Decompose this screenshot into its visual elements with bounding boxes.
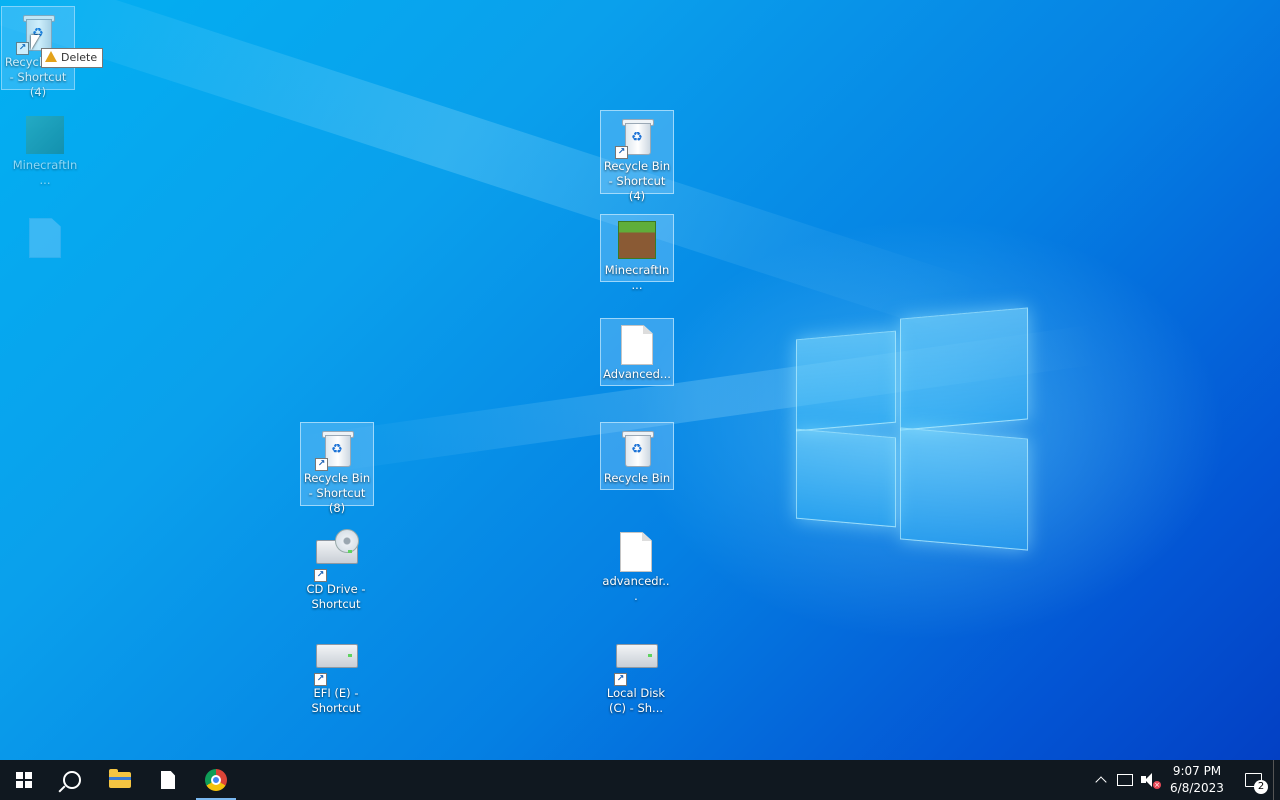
light-beam: [0, 0, 983, 339]
volume-muted-icon: ×: [1141, 773, 1161, 789]
cd-drive-icon: ↗: [314, 529, 359, 582]
desktop-icon-local-disk-c-shortcut[interactable]: ↗ Local Disk (C) - Sh...: [600, 630, 672, 719]
desktop-icon-advanced-file[interactable]: Advanced...: [600, 318, 674, 386]
folder-icon: [109, 769, 131, 788]
taskbar: × 9:07 PM 6/8/2023 2: [0, 760, 1280, 800]
minecraft-icon: [617, 221, 657, 261]
desktop-icon-file-ghost[interactable]: [9, 212, 81, 260]
desktop-icon-recycle-bin[interactable]: ♻ Recycle Bin: [600, 422, 674, 490]
minecraft-icon: [25, 116, 65, 156]
chrome-button[interactable]: [192, 760, 240, 800]
search-icon: [63, 771, 81, 789]
shortcut-arrow-icon: ↗: [315, 458, 328, 471]
text-file-icon: [616, 532, 656, 572]
desktop-icon-minecraft[interactable]: MinecraftIn...: [600, 214, 674, 292]
network-icon: [1117, 774, 1133, 786]
windows-icon: [16, 772, 32, 788]
desktop-icon-cd-drive-shortcut[interactable]: ↗ CD Drive - Shortcut: [300, 526, 372, 615]
mouse-cursor-icon: [31, 35, 40, 50]
desktop-icon-minecraft-ghost[interactable]: MinecraftIn...: [9, 110, 81, 191]
chevron-up-icon: [1095, 776, 1107, 788]
recycle-bin-icon: ♻ ↗: [615, 117, 657, 159]
shortcut-arrow-icon: ↗: [314, 569, 327, 582]
system-tray: × 9:07 PM 6/8/2023 2: [1089, 760, 1280, 800]
search-button[interactable]: [48, 760, 96, 800]
file-icon: [25, 218, 65, 258]
clock-time: 9:07 PM: [1172, 764, 1222, 778]
desktop-icon-recycle-bin-shortcut-4[interactable]: ♻ ↗ Recycle Bin - Shortcut (4): [600, 110, 674, 203]
notification-count-badge: 2: [1254, 780, 1268, 794]
desktop-icon-efi-drive-shortcut[interactable]: ↗ EFI (E) - Shortcut: [300, 630, 372, 719]
desktop[interactable]: MinecraftIn... ♻ ↗ Recycle Bin - Shortcu…: [0, 0, 1280, 760]
chrome-icon: [205, 769, 227, 791]
clock-date: 6/8/2023: [1170, 781, 1224, 795]
recycle-bin-icon: ♻: [617, 429, 657, 469]
file-explorer-button[interactable]: [96, 760, 144, 800]
shortcut-arrow-icon: ↗: [615, 146, 628, 159]
shortcut-arrow-icon: ↗: [614, 673, 627, 686]
recycle-bin-icon: ♻ ↗: [315, 429, 357, 471]
desktop-icon-recycle-bin-shortcut-8[interactable]: ♻ ↗ Recycle Bin - Shortcut (8): [300, 422, 374, 515]
windows-logo-wallpaper: [790, 305, 1035, 551]
clock[interactable]: 9:07 PM 6/8/2023: [1165, 763, 1229, 797]
shortcut-arrow-icon: ↗: [16, 42, 29, 55]
drive-icon: ↗: [314, 644, 358, 686]
volume-button[interactable]: ×: [1137, 760, 1161, 800]
shortcut-arrow-icon: ↗: [314, 673, 327, 686]
drag-delete-tooltip: Delete: [41, 48, 104, 68]
notepad-button[interactable]: [144, 760, 192, 800]
text-file-icon: [617, 325, 657, 365]
show-desktop-button[interactable]: [1273, 760, 1280, 800]
drive-icon: ↗: [614, 644, 658, 686]
network-button[interactable]: [1113, 760, 1137, 800]
warning-icon: [45, 51, 57, 62]
show-hidden-icons-button[interactable]: [1089, 760, 1113, 800]
action-center-button[interactable]: 2: [1233, 760, 1273, 800]
document-icon: [161, 771, 175, 789]
desktop-icon-advancedr-file[interactable]: advancedr...: [600, 526, 672, 607]
start-button[interactable]: [0, 760, 48, 800]
